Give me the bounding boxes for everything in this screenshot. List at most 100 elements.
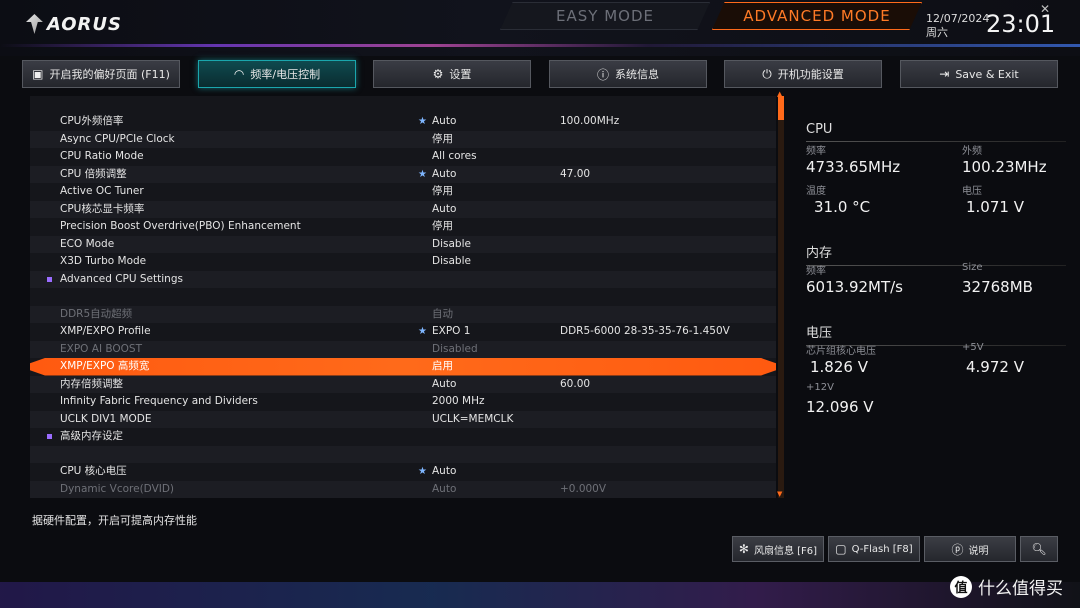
v5-value: 4.972 V	[966, 358, 1024, 376]
tab-label: Save & Exit	[955, 67, 1019, 81]
button-label: Q-Flash [F8]	[851, 543, 913, 555]
setting-row[interactable]: DDR5自动超频 自动	[30, 305, 776, 324]
setting-value[interactable]: Disable	[432, 236, 471, 254]
setting-current-value: +0.000V	[560, 482, 607, 495]
help-button[interactable]: ⓟ 说明	[924, 536, 1016, 562]
setting-value[interactable]: Disabled	[432, 341, 478, 359]
cpu-section: CPU	[806, 122, 1066, 142]
setting-row[interactable]: CPU 核心电压 ★ Auto	[30, 463, 776, 481]
cpu-freq-label: 频率	[806, 146, 826, 157]
setting-label: CPU 倍频调整	[60, 167, 127, 180]
setting-value[interactable]: 停用	[432, 218, 453, 236]
favorite-star-icon[interactable]: ★	[418, 323, 427, 341]
mem-size-label: Size	[962, 262, 983, 273]
setting-label: DDR5自动超频	[60, 307, 133, 320]
setting-label: Dynamic Vcore(DVID)	[60, 482, 175, 495]
aorus-logo: AORUS	[26, 12, 122, 36]
watermark: 值 什么值得买	[950, 574, 1063, 599]
setting-label: UCLK DIV1 MODE	[60, 412, 152, 425]
watermark-badge: 值	[950, 575, 972, 598]
setting-value[interactable]: Auto	[432, 481, 456, 499]
settings-scrollbar[interactable]: ▲ ▼	[777, 90, 784, 498]
favorite-star-icon[interactable]: ★	[418, 463, 427, 481]
setting-value[interactable]: 2000 MHz	[432, 393, 485, 411]
setting-value[interactable]: Auto	[432, 463, 456, 481]
cpu-volt-value: 1.071 V	[966, 198, 1024, 216]
tab-frequency-voltage[interactable]: ◠ 频率/电压控制	[198, 60, 356, 88]
help-icon: ⓟ	[951, 542, 964, 557]
tab-favorites[interactable]: ▣ 开启我的偏好页面 (F11)	[22, 60, 180, 88]
setting-row[interactable]: Active OC Tuner 停用	[30, 183, 776, 201]
setting-value[interactable]: 启用	[432, 358, 453, 376]
setting-row[interactable]: CPU外频倍率 ★ Auto 100.00MHz	[30, 113, 776, 131]
setting-row[interactable]: UCLK DIV1 MODE UCLK=MEMCLK	[30, 410, 776, 429]
setting-row[interactable]: CPU 倍频调整 ★ Auto 47.00	[30, 165, 776, 184]
star-box-icon: ▣	[32, 67, 44, 81]
mem-size-value: 32768MB	[962, 278, 1033, 296]
section-divider	[806, 141, 1066, 142]
tab-system-info[interactable]: ⓘ 系统信息	[549, 60, 707, 88]
mem-freq-value: 6013.92MT/s	[806, 278, 904, 296]
setting-row[interactable]: Dynamic Vcore(DVID) Auto +0.000V	[30, 480, 776, 499]
favorite-star-icon[interactable]: ★	[418, 113, 427, 131]
tab-boot[interactable]: ⏻ 开机功能设置	[724, 60, 882, 88]
setting-value[interactable]: Auto	[432, 376, 456, 394]
close-icon[interactable]: ✕	[1040, 2, 1050, 16]
advanced-mode-button[interactable]: ADVANCED MODE	[712, 2, 922, 30]
setting-row[interactable]: Async CPU/PCIe Clock 停用	[30, 130, 776, 149]
setting-row[interactable]: CPU Ratio Mode All cores	[30, 148, 776, 166]
setting-value[interactable]: UCLK=MEMCLK	[432, 411, 513, 429]
tab-label: 开启我的偏好页面 (F11)	[49, 68, 170, 81]
tab-label: 频率/电压控制	[250, 68, 321, 81]
search-button[interactable]: 🔍︎	[1020, 536, 1058, 562]
setting-label: 内存倍频调整	[60, 377, 123, 390]
scroll-thumb[interactable]	[778, 96, 784, 120]
setting-row[interactable]: 高级内存设定	[30, 428, 776, 446]
tab-settings[interactable]: ⚙ 设置	[373, 60, 531, 88]
setting-row[interactable]: XMP/EXPO Profile ★ EXPO 1 DDR5-6000 28-35-3…	[30, 323, 776, 341]
cpu-freq-value: 4733.65MHz	[806, 158, 901, 176]
setting-row[interactable]: ECO Mode Disable	[30, 235, 776, 254]
fan-icon: ✻	[738, 542, 749, 556]
setting-row-selected[interactable]: XMP/EXPO 高频宽 启用	[30, 358, 776, 376]
fan-info-button[interactable]: ✻ 风扇信息 [F6]	[732, 536, 824, 562]
chip-icon: ▢	[835, 542, 847, 556]
setting-row[interactable]: CPU核芯显卡频率 Auto	[30, 200, 776, 219]
setting-value[interactable]: Auto	[432, 201, 456, 219]
setting-value[interactable]: Auto	[432, 113, 456, 131]
date-text: 12/07/2024	[926, 12, 990, 25]
cpu-bclk-label: 外频	[962, 146, 982, 157]
section-title: CPU	[806, 122, 833, 137]
tab-save-exit[interactable]: ⇥ Save & Exit	[900, 60, 1058, 88]
tab-bar: ▣ 开启我的偏好页面 (F11) ◠ 频率/电压控制 ⚙ 设置 ⓘ 系统信息 ⏻…	[22, 60, 1062, 88]
exit-icon: ⇥	[939, 67, 950, 81]
setting-value[interactable]: 停用	[432, 131, 453, 149]
tab-label: 设置	[449, 68, 472, 81]
setting-row[interactable]: Advanced CPU Settings	[30, 270, 776, 288]
setting-value[interactable]: 自动	[432, 306, 453, 324]
setting-value[interactable]: 停用	[432, 183, 453, 201]
setting-row[interactable]: 内存倍频调整 Auto 60.00	[30, 375, 776, 394]
setting-label: X3D Turbo Mode	[60, 255, 147, 267]
setting-row[interactable]: Infinity Fabric Frequency and Dividers 20…	[30, 393, 776, 411]
easy-mode-button[interactable]: EASY MODE	[500, 2, 710, 30]
section-title: 内存	[806, 246, 833, 261]
v12-value: 12.096 V	[806, 398, 874, 416]
settings-list: CPU外频倍率 ★ Auto 100.00MHz Async CPU/PCIe Cloc…	[30, 96, 776, 498]
setting-value[interactable]: All cores	[432, 148, 477, 166]
v12-label: +12V	[806, 382, 834, 393]
setting-current-value: DDR5-6000 28-35-35-76-1.450V	[560, 325, 730, 337]
setting-row[interactable]: EXPO AI BOOST Disabled	[30, 340, 776, 359]
setting-value[interactable]: Disable	[432, 253, 471, 271]
button-label: 风扇信息 [F6]	[753, 545, 818, 557]
qflash-button[interactable]: ▢ Q-Flash [F8]	[828, 536, 920, 562]
setting-current-value: 60.00	[560, 377, 591, 390]
setting-row[interactable]: X3D Turbo Mode Disable	[30, 253, 776, 271]
scroll-down-icon[interactable]: ▼	[777, 490, 782, 498]
search-icon: 🔍︎	[1031, 542, 1047, 556]
setting-row[interactable]: Precision Boost Overdrive(PBO) Enhanceme…	[30, 218, 776, 236]
setting-value[interactable]: EXPO 1	[432, 323, 470, 341]
setting-value[interactable]: Auto	[432, 166, 456, 184]
spacer-row	[30, 288, 776, 306]
favorite-star-icon[interactable]: ★	[418, 166, 427, 184]
